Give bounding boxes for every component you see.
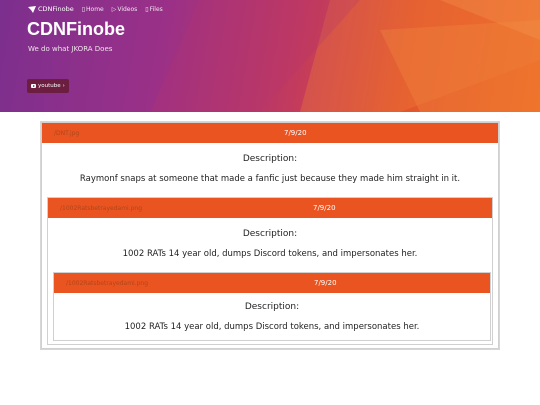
nav-link-videos[interactable]: ▷ Videos [112,6,138,13]
description-label: Description: [244,302,300,312]
description-label: Description: [242,229,298,239]
nav-link-files[interactable]: ▯ Files [145,6,162,13]
video-icon: ▷ [111,5,117,13]
file-date: 7/9/20 [313,204,336,212]
brand-label: CDNFinobe [38,5,74,13]
youtube-button[interactable]: youtube › [27,79,69,93]
external-link-icon: › [62,83,65,89]
hero-header: CDNFinobe ▯ Home ▷ Videos ▯ Files CDNFin… [0,0,540,112]
youtube-label: youtube [38,83,61,89]
description-text: 1002 RATs 14 year old, dumps Discord tok… [124,322,420,332]
nav-label-videos: Videos [117,5,138,13]
file-entry: /1002Ratsbetrayedami.png 7/9/20 Descript… [47,197,493,345]
file-date: 7/9/20 [284,129,307,137]
youtube-icon [31,84,36,88]
file-entry: /1002Ratsbetrayedami.png 7/9/20 Descript… [53,272,491,341]
page-title: CDNFinobe [27,19,125,39]
description-label: Description: [242,154,298,164]
description-text: 1002 RATs 14 year old, dumps Discord tok… [122,249,418,259]
nav-label-home: Home [86,5,104,13]
file-entry-header: /1002Ratsbetrayedami.png 7/9/20 [48,198,492,218]
file-entry: /DNT.jpg 7/9/20 Description: Raymonf sna… [41,122,499,349]
hero-background [150,0,540,112]
brand-logo-icon [28,5,36,13]
brand-link[interactable]: CDNFinobe [28,5,74,13]
description-text: Raymonf snaps at someone that made a fan… [79,174,461,184]
top-navigation: CDNFinobe ▯ Home ▷ Videos ▯ Files [28,5,163,13]
file-link[interactable]: /DNT.jpg [54,130,79,137]
nav-link-home[interactable]: ▯ Home [82,6,104,13]
file-date: 7/9/20 [314,279,337,287]
file-entry-header: /DNT.jpg 7/9/20 [42,123,498,143]
file-entry-header: /1002Ratsbetrayedami.png 7/9/20 [54,273,490,293]
file-link[interactable]: /1002Ratsbetrayedami.png [60,205,142,212]
file-list-card: /DNT.jpg 7/9/20 Description: Raymonf sna… [40,121,500,350]
home-icon: ▯ [81,5,86,13]
file-icon: ▯ [145,5,149,13]
file-link[interactable]: /1002Ratsbetrayedami.png [66,280,148,287]
tagline: We do what JKORA Does [28,45,113,53]
nav-label-files: Files [149,5,163,13]
